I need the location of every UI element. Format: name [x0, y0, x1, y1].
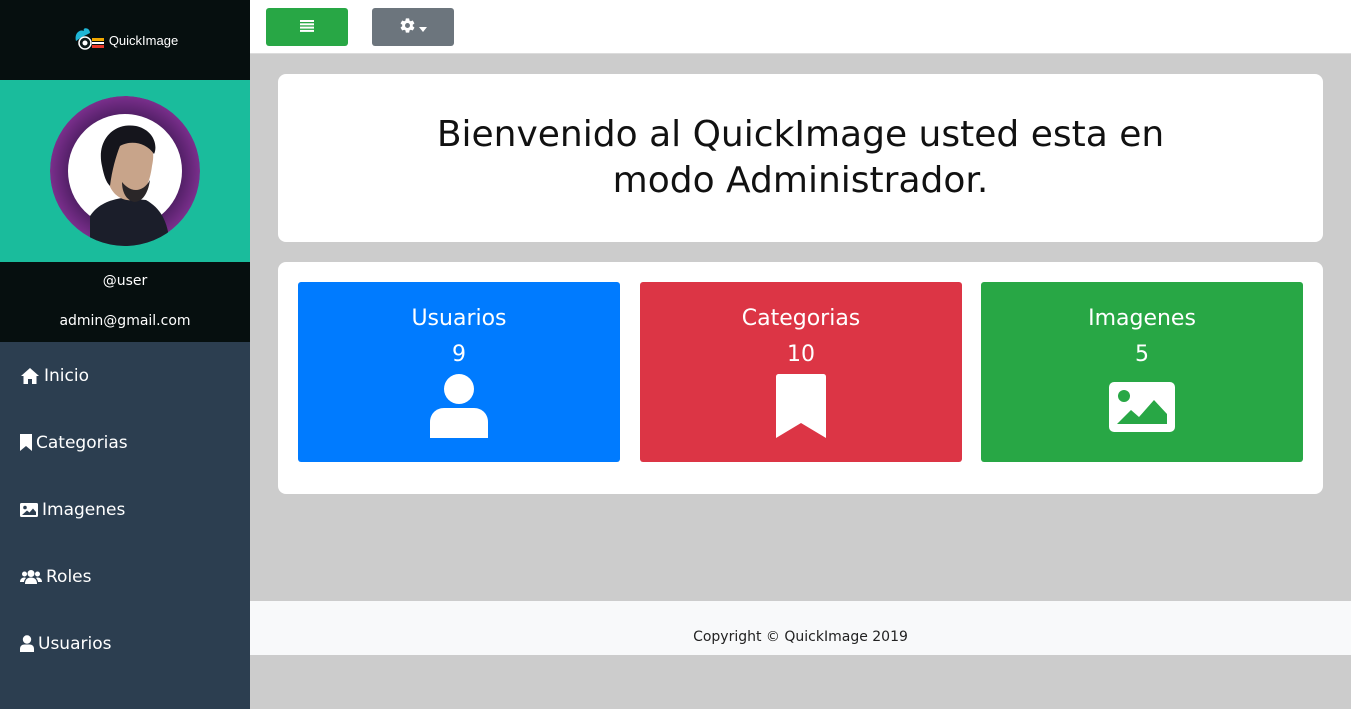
footer: Copyright © QuickImage 2019: [250, 601, 1351, 655]
imagenes-card[interactable]: Imagenes 5: [981, 282, 1303, 462]
brand-logo: QuickImage: [72, 27, 178, 53]
top-navbar: [250, 0, 1351, 54]
user-icon: [20, 635, 34, 652]
camera-logo-icon: [75, 28, 104, 50]
sidebar-item-inicio[interactable]: Inicio: [0, 342, 250, 409]
sidebar-item-categorias[interactable]: Categorias: [0, 409, 250, 476]
welcome-panel: Bienvenido al QuickImage usted esta en m…: [278, 74, 1323, 242]
home-icon: [20, 367, 40, 385]
brand-name: QuickImage: [108, 32, 179, 48]
sidebar-toggle-button[interactable]: [266, 8, 348, 46]
list-icon: [300, 19, 314, 35]
image-icon: [20, 502, 38, 517]
card-title: Imagenes: [1088, 306, 1196, 331]
card-count: 5: [1135, 342, 1149, 367]
username: @user: [102, 273, 148, 289]
avatar: [50, 96, 200, 246]
usuarios-card[interactable]: Usuarios 9: [298, 282, 620, 462]
caret-down-icon: [419, 20, 427, 35]
stats-panel: Usuarios 9 Categorias 10 Imagenes 5: [278, 262, 1323, 494]
card-count: 10: [787, 342, 815, 367]
copyright-text: Copyright © QuickImage 2019: [693, 629, 908, 645]
sidebar-item-roles[interactable]: Roles: [0, 543, 250, 610]
profile-band: [0, 80, 250, 262]
sidebar-item-label: Usuarios: [38, 633, 112, 654]
card-title: Usuarios: [411, 306, 507, 331]
welcome-heading: Bienvenido al QuickImage usted esta en m…: [436, 114, 1165, 201]
user-info: @user admin@gmail.com: [0, 262, 250, 342]
sidebar-item-label: Inicio: [44, 365, 89, 386]
card-count: 9: [452, 342, 466, 367]
sidebar-item-label: Roles: [46, 566, 92, 587]
sidebar-item-imagenes[interactable]: Imagenes: [0, 476, 250, 543]
sidebar-item-label: Imagenes: [42, 499, 126, 520]
settings-dropdown-button[interactable]: [372, 8, 454, 46]
users-icon: [20, 569, 42, 585]
image-icon: [981, 382, 1303, 432]
sidebar-item-label: Categorias: [36, 432, 128, 453]
card-title: Categorias: [741, 306, 861, 331]
sidebar: QuickImage @user admin@gmail.com Inicio …: [0, 0, 250, 709]
categorias-card[interactable]: Categorias 10: [640, 282, 962, 462]
gear-icon: [399, 17, 416, 37]
bookmark-icon: [640, 374, 962, 438]
user-icon: [298, 374, 620, 438]
brand[interactable]: QuickImage: [0, 0, 250, 80]
sidebar-nav: Inicio Categorias Imagenes Roles Usuario…: [0, 342, 250, 677]
bookmark-icon: [20, 434, 32, 451]
sidebar-item-usuarios[interactable]: Usuarios: [0, 610, 250, 677]
